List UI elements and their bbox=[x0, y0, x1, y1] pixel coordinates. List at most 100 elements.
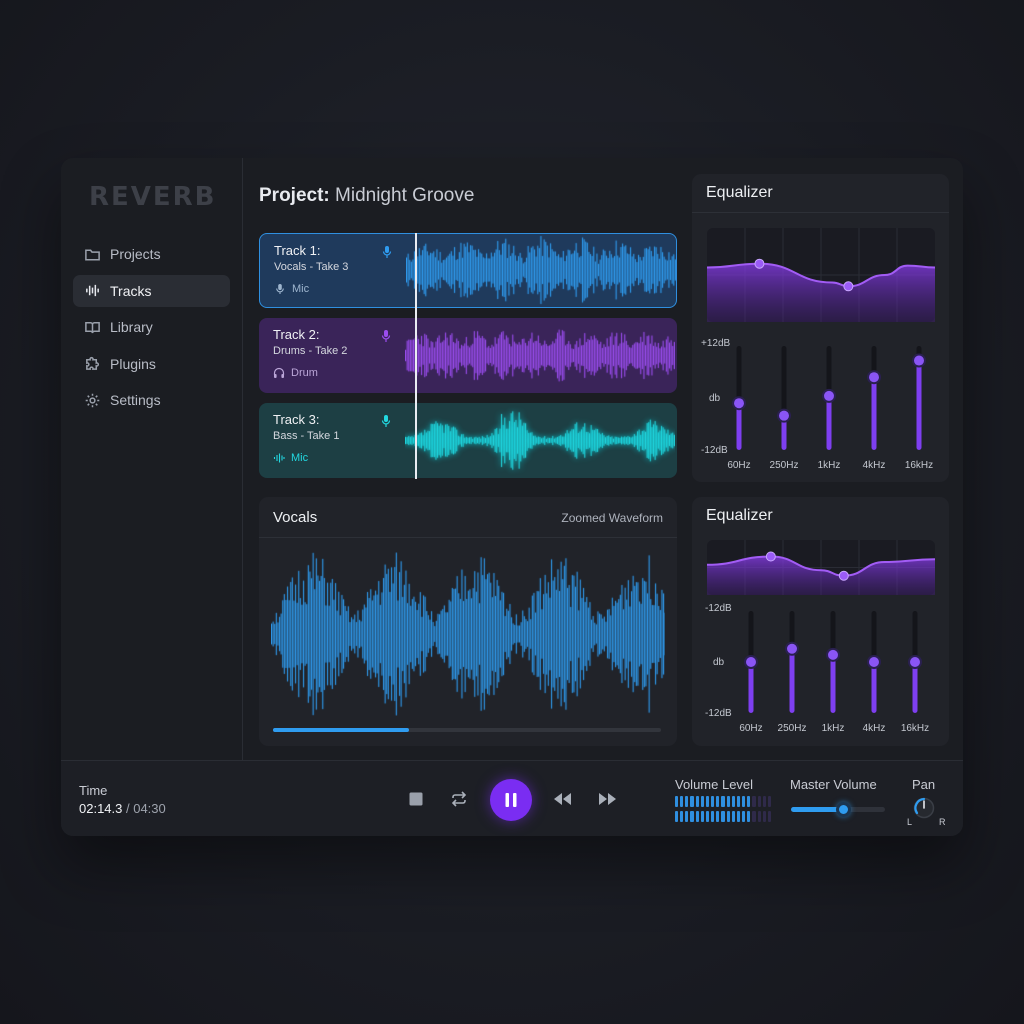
meter-segment bbox=[695, 811, 699, 822]
track-instrument: Mic bbox=[273, 452, 308, 464]
puzzle-icon bbox=[86, 356, 100, 370]
sidebar-item-library[interactable]: Library bbox=[73, 311, 230, 343]
meter-segment bbox=[752, 811, 756, 822]
eq-band-label: 4kHz bbox=[863, 460, 886, 471]
track-row-3[interactable]: Track 3: Bass - Take 1 Mic bbox=[259, 403, 677, 478]
time-separator: / bbox=[122, 801, 134, 816]
track-instrument: Mic bbox=[274, 283, 309, 295]
meter-segment bbox=[757, 811, 761, 822]
zoomed-waveform[interactable] bbox=[271, 552, 665, 716]
fast-forward-button[interactable] bbox=[597, 788, 619, 810]
eq-bottom-label: -12dB bbox=[701, 445, 728, 456]
eq-band-label: 60Hz bbox=[727, 460, 750, 471]
eq-curve-node[interactable] bbox=[843, 281, 854, 292]
mic-icon[interactable] bbox=[381, 245, 393, 259]
eq-slider-handle[interactable] bbox=[869, 657, 879, 667]
eq-slider-fill bbox=[789, 648, 795, 713]
sidebar-nav: Projects Tracks Library Plugins Settings bbox=[73, 238, 230, 421]
eq-slider-handle[interactable] bbox=[824, 390, 834, 401]
eq-slider-handle[interactable] bbox=[779, 410, 789, 421]
meter-segment bbox=[721, 811, 725, 822]
track-take: Vocals - Take 3 bbox=[274, 261, 349, 273]
sidebar-item-label: Plugins bbox=[110, 355, 156, 372]
track-instrument-label: Mic bbox=[292, 283, 310, 295]
meter-segment bbox=[705, 796, 710, 807]
meter-segment bbox=[742, 811, 746, 822]
eq-slider-handle[interactable] bbox=[734, 398, 744, 409]
eq-mid-label: db bbox=[713, 657, 725, 668]
eq-curve-node[interactable] bbox=[838, 570, 849, 581]
eq-curve-node[interactable] bbox=[765, 551, 776, 562]
meter-segment bbox=[752, 796, 756, 807]
eq-slider-handle[interactable] bbox=[787, 643, 797, 654]
meter-segment bbox=[695, 796, 699, 807]
sidebar-item-plugins[interactable]: Plugins bbox=[73, 348, 230, 380]
divider bbox=[259, 537, 677, 538]
meter-segment bbox=[742, 796, 746, 807]
master-volume-slider[interactable] bbox=[791, 802, 885, 817]
progress-fill bbox=[273, 728, 409, 732]
equalizer-panel-1: Equalizer +12dB db -12dB 60Hz 250Hz 1kHz 4kHz 1… bbox=[692, 174, 949, 482]
sidebar-item-label: Projects bbox=[110, 246, 161, 262]
rewind-button[interactable] bbox=[551, 788, 573, 810]
eq-slider-handle[interactable] bbox=[910, 657, 920, 667]
meter-segment bbox=[690, 796, 694, 807]
waveform-icon bbox=[273, 453, 285, 463]
sidebar-item-settings[interactable]: Settings bbox=[73, 384, 230, 416]
track-row-2[interactable]: Track 2: Drums - Take 2 Drum bbox=[259, 318, 677, 393]
meter-segment bbox=[700, 796, 704, 807]
track-name: Track 1: bbox=[274, 243, 321, 258]
pan-right-label: R bbox=[939, 817, 946, 827]
track-row-1[interactable]: Track 1: Vocals - Take 3 Mic bbox=[259, 233, 677, 308]
loop-button[interactable] bbox=[448, 788, 470, 810]
pan-knob[interactable] bbox=[913, 797, 935, 819]
eq-slider-fill bbox=[871, 377, 877, 450]
track-name: Track 2: bbox=[273, 327, 320, 342]
track-instrument-label: Drum bbox=[291, 367, 318, 379]
eq-band-label: 250Hz bbox=[770, 460, 799, 471]
eq-band-label: 16kHz bbox=[905, 460, 933, 471]
meter-segment bbox=[680, 811, 684, 822]
eq-slider-handle[interactable] bbox=[914, 355, 924, 366]
gear-icon bbox=[85, 393, 100, 407]
meter-segment bbox=[731, 811, 735, 822]
stop-button[interactable] bbox=[405, 788, 427, 810]
track-waveform[interactable] bbox=[405, 318, 675, 393]
pan-label: Pan bbox=[912, 777, 936, 792]
daw-window: REVERB Projects Tracks Library Plugins S… bbox=[61, 158, 963, 836]
mic-icon bbox=[276, 284, 284, 294]
mic-icon[interactable] bbox=[380, 414, 392, 428]
transport-bar: Time 02:14.3 / 04:30 Volume Level Master… bbox=[61, 760, 963, 836]
page-title: Project: Midnight Groove bbox=[259, 185, 474, 207]
meter-segment bbox=[767, 796, 771, 807]
track-waveform[interactable] bbox=[406, 234, 676, 306]
sidebar: REVERB Projects Tracks Library Plugins S… bbox=[61, 158, 243, 760]
eq-curve-node[interactable] bbox=[754, 258, 765, 269]
master-volume-handle[interactable] bbox=[835, 802, 851, 817]
mic-icon[interactable] bbox=[380, 329, 392, 343]
playhead[interactable] bbox=[415, 233, 417, 479]
eq-graph[interactable]: +12dB db -12dB 60Hz 250Hz 1kHz 4kHz 16kHz bbox=[692, 174, 949, 482]
meter-segment bbox=[685, 796, 689, 807]
sidebar-item-tracks[interactable]: Tracks bbox=[73, 274, 230, 307]
track-waveform[interactable] bbox=[405, 403, 675, 478]
eq-slider-fill bbox=[748, 662, 754, 713]
book-icon bbox=[85, 321, 100, 333]
eq-slider-handle[interactable] bbox=[746, 657, 756, 667]
zoomed-waveform-panel: Vocals Zoomed Waveform bbox=[259, 497, 677, 746]
eq-graph[interactable]: -12dB db -12dB 60Hz 250Hz 1kHz 4kHz 16kHz bbox=[692, 497, 949, 746]
eq-slider-handle[interactable] bbox=[828, 649, 838, 660]
time-display: 02:14.3 / 04:30 bbox=[79, 801, 166, 816]
folder-icon bbox=[85, 248, 100, 260]
sidebar-item-projects[interactable]: Projects bbox=[73, 238, 230, 270]
eq-slider-handle[interactable] bbox=[869, 372, 879, 383]
meter-segment bbox=[757, 796, 761, 807]
progress-bar[interactable] bbox=[273, 728, 661, 732]
meter-segment bbox=[762, 811, 766, 822]
meter-segment bbox=[747, 811, 751, 822]
pause-button[interactable] bbox=[490, 779, 532, 821]
equalizer-panel-2: Equalizer -12dB db -12dB 60Hz 250Hz 1kHz 4kHz 1… bbox=[692, 497, 949, 746]
eq-top-label: -12dB bbox=[705, 603, 732, 614]
eq-slider-fill bbox=[912, 662, 918, 713]
brand-logo: REVERB bbox=[89, 182, 217, 212]
